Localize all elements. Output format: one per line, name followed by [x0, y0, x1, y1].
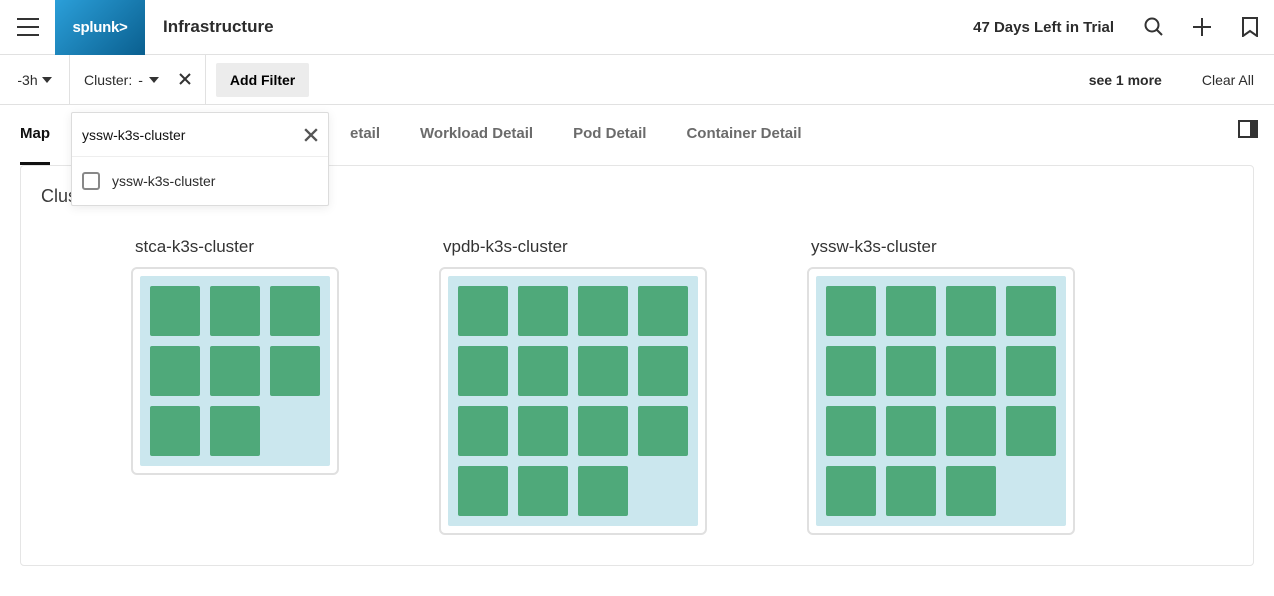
pod-tile[interactable]: [518, 286, 568, 336]
pod-tile[interactable]: [458, 346, 508, 396]
cluster-map-panel: Cluster Map stca-k3s-cluster: [20, 165, 1254, 566]
pod-tile[interactable]: [578, 406, 628, 456]
pod-tile[interactable]: [458, 406, 508, 456]
pod-tile[interactable]: [886, 286, 936, 336]
main-content: Cluster Map stca-k3s-cluster: [0, 165, 1274, 596]
time-picker-value: -3h: [17, 72, 37, 88]
pod-tile[interactable]: [826, 346, 876, 396]
cluster-name: stca-k3s-cluster: [131, 237, 339, 257]
cluster-card[interactable]: vpdb-k3s-cluster: [439, 237, 707, 535]
cluster-grid: [140, 276, 330, 466]
pod-tile[interactable]: [638, 346, 688, 396]
pod-tile[interactable]: [210, 286, 260, 336]
pod-tile[interactable]: [210, 406, 260, 456]
see-more-link[interactable]: see 1 more: [1069, 72, 1182, 88]
bookmark-button[interactable]: [1226, 0, 1274, 55]
cluster-card[interactable]: stca-k3s-cluster: [131, 237, 339, 475]
clusters-row: stca-k3s-cluster vpdb-k3s-cluster: [41, 237, 1233, 535]
cluster-filter-dropdown: yssw-k3s-cluster: [71, 112, 329, 206]
pod-tile[interactable]: [150, 406, 200, 456]
cluster-filter[interactable]: Cluster: -: [70, 55, 206, 105]
search-icon: [1144, 17, 1164, 37]
cluster-box: [807, 267, 1075, 535]
brand-logo[interactable]: splunk>: [55, 0, 145, 55]
chevron-down-icon: [42, 77, 52, 83]
search-button[interactable]: [1130, 0, 1178, 55]
panel-toggle-button[interactable]: [1238, 119, 1258, 142]
pod-tile[interactable]: [518, 346, 568, 396]
pod-tile[interactable]: [1006, 346, 1056, 396]
top-header: splunk> Infrastructure 47 Days Left in T…: [0, 0, 1274, 55]
pod-tile[interactable]: [270, 346, 320, 396]
page-title: Infrastructure: [145, 17, 957, 37]
trial-status[interactable]: 47 Days Left in Trial: [957, 19, 1130, 36]
filter-bar: -3h Cluster: - Add Filter see 1 more Cle…: [0, 55, 1274, 105]
pod-tile[interactable]: [518, 466, 568, 516]
add-button[interactable]: [1178, 0, 1226, 55]
pod-tile[interactable]: [458, 286, 508, 336]
checkbox-icon: [82, 172, 100, 190]
pod-tile[interactable]: [638, 286, 688, 336]
pod-tile[interactable]: [886, 346, 936, 396]
pod-tile[interactable]: [946, 286, 996, 336]
pod-tile[interactable]: [578, 286, 628, 336]
pod-tile[interactable]: [826, 406, 876, 456]
dropdown-option[interactable]: yssw-k3s-cluster: [72, 157, 328, 205]
pod-tile[interactable]: [946, 406, 996, 456]
pod-tile[interactable]: [826, 286, 876, 336]
chevron-down-icon: [149, 77, 159, 83]
add-filter-button[interactable]: Add Filter: [216, 63, 309, 97]
cluster-filter-value: -: [138, 72, 143, 88]
cluster-grid: [448, 276, 698, 526]
tab-workload-detail[interactable]: Workload Detail: [420, 105, 533, 165]
pod-tile[interactable]: [1006, 406, 1056, 456]
close-icon: [304, 128, 318, 142]
tab-container-detail[interactable]: Container Detail: [686, 105, 801, 165]
cluster-filter-label: Cluster:: [84, 72, 132, 88]
pod-tile[interactable]: [886, 466, 936, 516]
pod-tile[interactable]: [886, 406, 936, 456]
pod-tile[interactable]: [458, 466, 508, 516]
menu-button[interactable]: [0, 0, 55, 55]
cluster-box: [439, 267, 707, 535]
pod-tile[interactable]: [946, 466, 996, 516]
time-picker[interactable]: -3h: [0, 55, 70, 105]
pod-tile[interactable]: [150, 346, 200, 396]
plus-icon: [1192, 17, 1212, 37]
sidebar-toggle-icon: [1238, 119, 1258, 139]
pod-tile[interactable]: [210, 346, 260, 396]
pod-tile[interactable]: [638, 406, 688, 456]
bookmark-icon: [1242, 17, 1258, 37]
pod-tile[interactable]: [826, 466, 876, 516]
dropdown-clear-button[interactable]: [304, 128, 318, 142]
pod-tile[interactable]: [578, 346, 628, 396]
dropdown-option-label: yssw-k3s-cluster: [112, 173, 215, 189]
hamburger-icon: [17, 18, 39, 36]
cluster-card[interactable]: yssw-k3s-cluster: [807, 237, 1075, 535]
cluster-box: [131, 267, 339, 475]
pod-tile[interactable]: [578, 466, 628, 516]
cluster-name: yssw-k3s-cluster: [807, 237, 1075, 257]
tab-map[interactable]: Map: [20, 105, 50, 165]
clear-filter-button[interactable]: [179, 72, 191, 88]
pod-tile[interactable]: [946, 346, 996, 396]
pod-tile[interactable]: [150, 286, 200, 336]
pod-tile[interactable]: [270, 286, 320, 336]
cluster-grid: [816, 276, 1066, 526]
tab-node-detail[interactable]: etail: [350, 105, 380, 165]
clear-all-button[interactable]: Clear All: [1182, 72, 1274, 88]
pod-tile[interactable]: [1006, 286, 1056, 336]
dropdown-input-row: [72, 113, 328, 157]
cluster-name: vpdb-k3s-cluster: [439, 237, 707, 257]
dropdown-search-input[interactable]: [82, 127, 304, 143]
close-icon: [179, 73, 191, 85]
tab-pod-detail[interactable]: Pod Detail: [573, 105, 646, 165]
pod-tile[interactable]: [518, 406, 568, 456]
